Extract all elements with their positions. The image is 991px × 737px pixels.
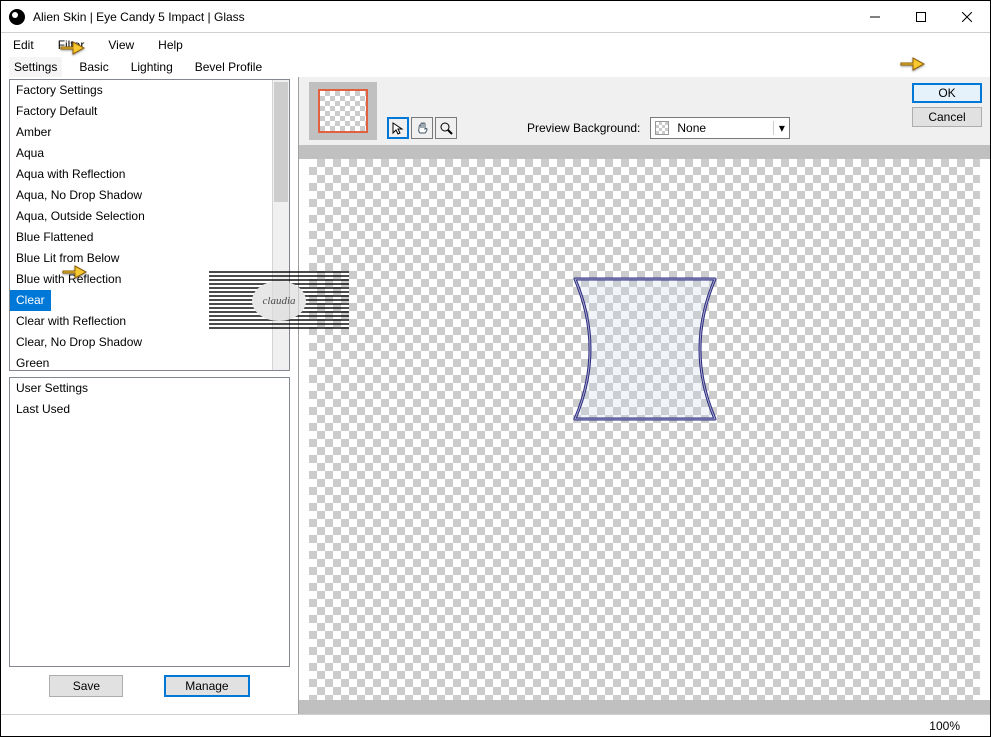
close-button[interactable] <box>944 1 990 33</box>
maximize-button[interactable] <box>898 1 944 33</box>
minimize-button[interactable] <box>852 1 898 33</box>
tab-basic[interactable]: Basic <box>74 57 113 77</box>
manage-button[interactable]: Manage <box>164 675 249 697</box>
list-item[interactable]: Aqua, No Drop Shadow <box>10 185 289 206</box>
divider <box>299 145 990 159</box>
list-item[interactable]: Green <box>10 353 289 370</box>
hand-pointer-icon <box>61 261 87 281</box>
scrollbar-thumb[interactable] <box>274 82 288 202</box>
thumbnail-wrap <box>309 82 377 140</box>
zoom-tool-icon[interactable] <box>435 117 457 139</box>
zoom-level: 100% <box>929 719 960 733</box>
window-controls <box>852 1 990 32</box>
window-title: Alien Skin | Eye Candy 5 Impact | Glass <box>33 10 852 24</box>
menu-help[interactable]: Help <box>154 36 187 54</box>
hand-pointer-icon <box>899 53 925 73</box>
user-settings-heading: User Settings <box>10 378 289 399</box>
list-item[interactable]: Aqua <box>10 143 289 164</box>
app-icon <box>9 9 25 25</box>
list-item[interactable]: Clear, No Drop Shadow <box>10 332 289 353</box>
preview-toolbar: Preview Background: None ▾ OK Cancel <box>299 77 990 145</box>
preview-canvas[interactable] <box>309 159 980 700</box>
menu-edit[interactable]: Edit <box>9 36 38 54</box>
hand-pointer-icon <box>59 37 85 57</box>
ok-button[interactable]: OK <box>912 83 982 103</box>
preview-bg-select[interactable]: None ▾ <box>650 117 790 139</box>
list-item[interactable]: Blue Flattened <box>10 227 289 248</box>
preview-panel: Preview Background: None ▾ OK Cancel <box>299 77 990 714</box>
glass-shape <box>565 269 725 429</box>
tab-lighting[interactable]: Lighting <box>126 57 178 77</box>
divider <box>299 700 990 714</box>
watermark-text: claudia <box>252 281 306 321</box>
save-button[interactable]: Save <box>49 675 123 697</box>
list-item[interactable]: Clear <box>10 290 51 311</box>
preview-bg-label: Preview Background: <box>527 121 640 135</box>
pointer-tool-icon[interactable] <box>387 117 409 139</box>
cancel-button[interactable]: Cancel <box>912 107 982 127</box>
list-item[interactable]: Aqua, Outside Selection <box>10 206 289 227</box>
transparency-swatch-icon <box>655 121 669 135</box>
chevron-down-icon: ▾ <box>773 121 789 135</box>
tab-bevel-profile[interactable]: Bevel Profile <box>190 57 267 77</box>
thumbnail[interactable] <box>318 89 368 133</box>
list-item[interactable]: Amber <box>10 122 289 143</box>
list-item[interactable]: Aqua with Reflection <box>10 164 289 185</box>
list-item[interactable]: Blue Lit from Below <box>10 248 289 269</box>
watermark: claudia <box>209 271 349 331</box>
settings-panel: Factory SettingsFactory DefaultAmberAqua… <box>1 77 299 714</box>
menu-bar: Edit Filter View Help <box>1 33 990 57</box>
menu-view[interactable]: View <box>104 36 138 54</box>
tab-settings[interactable]: Settings <box>9 57 62 77</box>
tab-bar: Settings Basic Lighting Bevel Profile <box>1 57 990 77</box>
list-item[interactable]: Last Used <box>10 399 289 420</box>
user-settings-list[interactable]: User Settings Last Used <box>9 377 290 667</box>
factory-settings-heading: Factory Settings <box>10 80 289 101</box>
title-bar: Alien Skin | Eye Candy 5 Impact | Glass <box>1 1 990 33</box>
status-bar: 100% <box>1 714 990 736</box>
list-item[interactable]: Factory Default <box>10 101 289 122</box>
preview-bg-value: None <box>673 121 773 135</box>
hand-tool-icon[interactable] <box>411 117 433 139</box>
